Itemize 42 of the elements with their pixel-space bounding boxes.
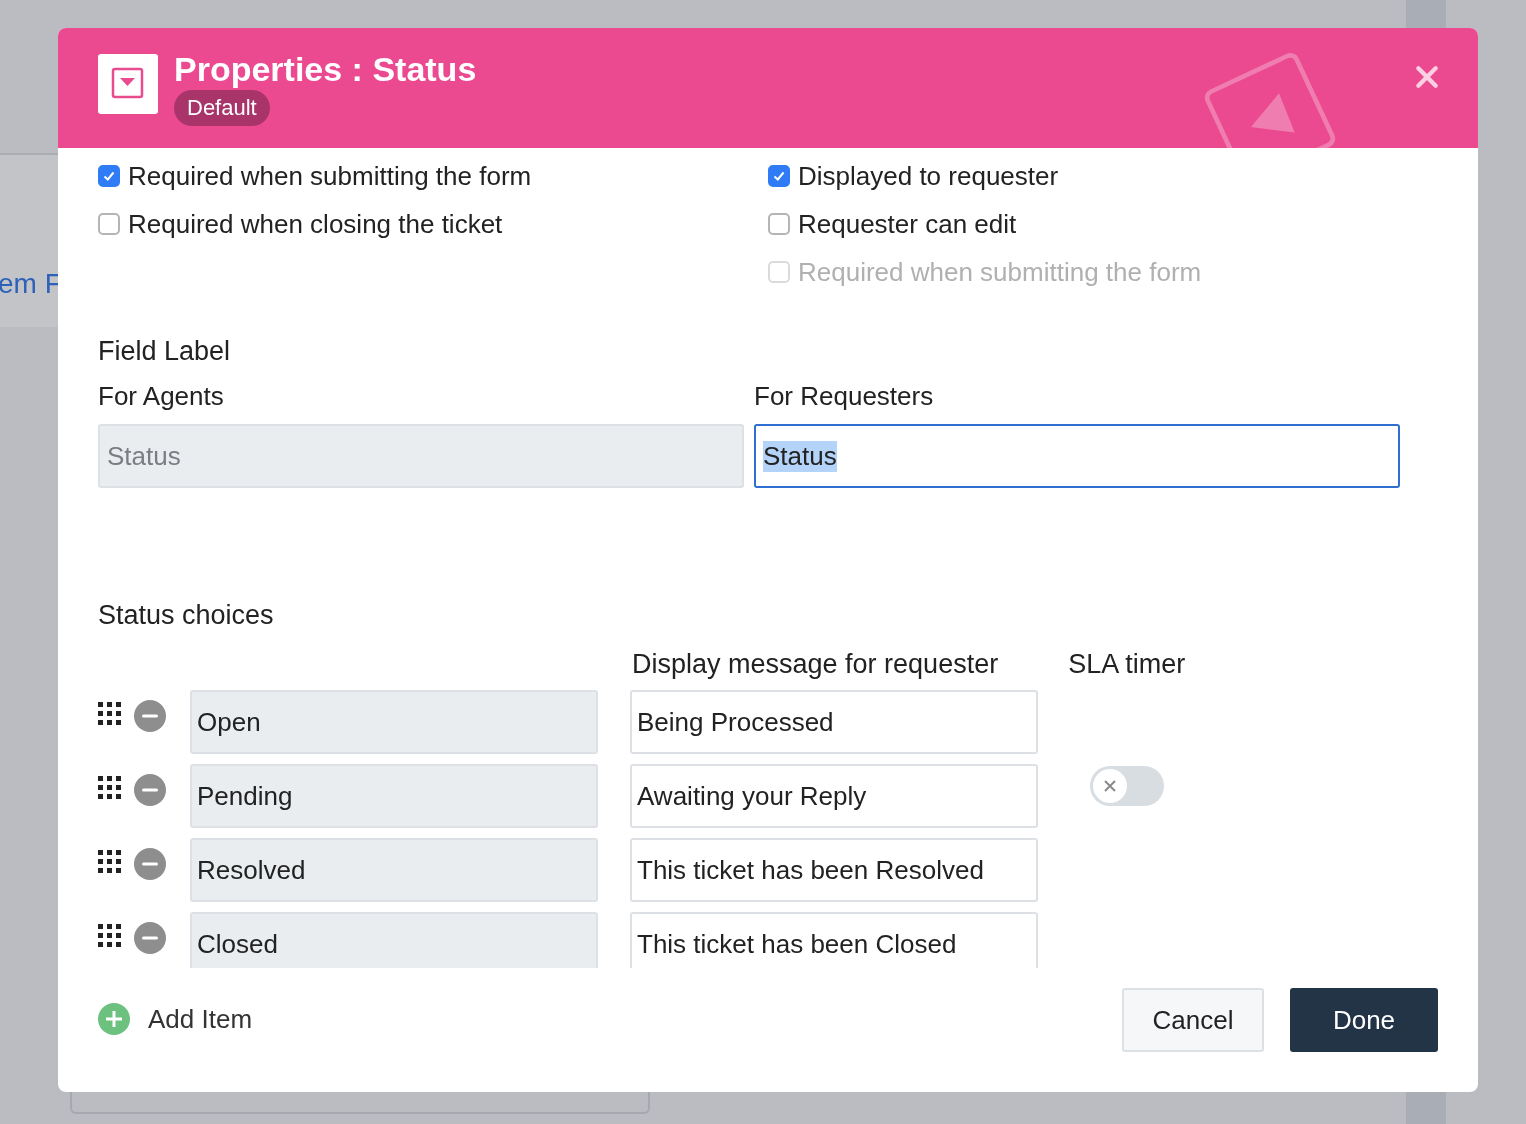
choice-name-field[interactable]: Open: [190, 690, 598, 754]
drag-handle-icon[interactable]: [98, 924, 123, 949]
dropdown-icon: [98, 54, 158, 114]
add-item-button[interactable]: Add Item: [98, 1003, 253, 1035]
choice-name-field[interactable]: Closed: [190, 912, 598, 968]
remove-icon[interactable]: [134, 922, 166, 954]
message-field[interactable]: This ticket has been Resolved: [630, 838, 1038, 902]
section-heading: Status choices: [98, 600, 275, 631]
cancel-button[interactable]: Cancel: [1122, 988, 1264, 1052]
remove-icon[interactable]: [134, 848, 166, 880]
remove-icon[interactable]: [134, 774, 166, 806]
field-label: For Agents: [98, 381, 225, 412]
plus-icon: [98, 1003, 130, 1035]
option-label: Required when submitting the form: [798, 256, 1202, 288]
section-heading: Field Label: [98, 336, 232, 367]
default-badge: Default: [174, 90, 270, 126]
field-label: For Requesters: [754, 381, 935, 412]
remove-icon[interactable]: [134, 700, 166, 732]
column-header: Display message for requester: [632, 649, 999, 680]
option-label: Required when closing the ticket: [128, 208, 503, 240]
message-field[interactable]: Being Processed: [630, 690, 1038, 754]
done-button[interactable]: Done: [1290, 988, 1438, 1052]
column-header: SLA timer: [1068, 649, 1186, 680]
checkbox[interactable]: [768, 165, 790, 187]
drag-handle-icon[interactable]: [98, 776, 123, 801]
requesters-label-field[interactable]: Status: [754, 424, 1400, 488]
choice-name-field[interactable]: Pending: [190, 764, 598, 828]
drag-handle-icon[interactable]: [98, 850, 123, 875]
drag-handle-icon[interactable]: [98, 702, 123, 727]
message-field[interactable]: Awaiting your Reply: [630, 764, 1038, 828]
sla-toggle[interactable]: [1090, 766, 1164, 806]
dialog-title: Properties : Status: [174, 49, 477, 90]
message-field[interactable]: This ticket has been Closed: [630, 912, 1038, 968]
option-label: Required when submitting the form: [128, 160, 532, 192]
x-icon: [1102, 778, 1118, 794]
option-label: Displayed to requester: [798, 160, 1059, 192]
checkbox[interactable]: [768, 213, 790, 235]
checkbox[interactable]: [98, 165, 120, 187]
option-label: Requester can edit: [798, 208, 1017, 240]
close-icon[interactable]: [1414, 64, 1440, 90]
checkbox[interactable]: [98, 213, 120, 235]
choice-name-field[interactable]: Resolved: [190, 838, 598, 902]
